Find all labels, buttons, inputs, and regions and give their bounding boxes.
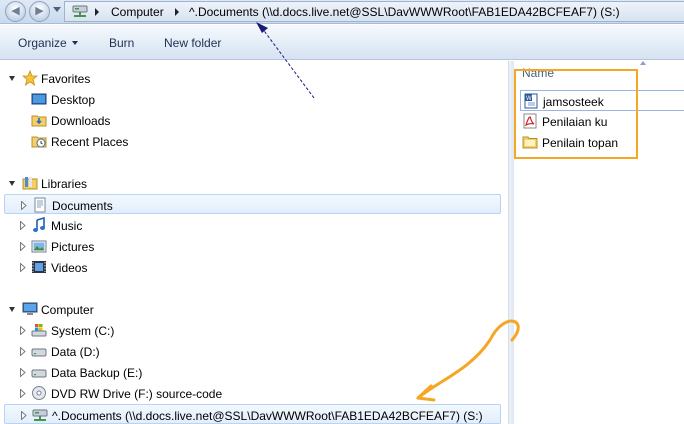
computer-icon — [22, 301, 38, 317]
file-item-jamsosteek[interactable]: W jamsosteek — [520, 90, 684, 111]
nav-group-favorites[interactable]: Favorites — [0, 68, 500, 88]
expanded-arrow-icon[interactable] — [9, 76, 15, 81]
expanded-arrow-icon[interactable] — [9, 307, 15, 312]
expanded-arrow-icon[interactable] — [9, 181, 15, 186]
breadcrumb-separator-icon[interactable] — [175, 8, 179, 16]
burn-button[interactable]: Burn — [109, 36, 134, 50]
nav-group-label: Computer — [41, 303, 94, 317]
sidebar-item-label: Data Backup (E:) — [51, 366, 143, 380]
organize-menu-button[interactable]: Organize — [18, 36, 78, 50]
hard-drive-icon — [31, 343, 47, 359]
recent-pages-dropdown-icon[interactable] — [53, 7, 61, 12]
file-item-penilaian-ku[interactable]: Penilaian ku — [520, 111, 684, 132]
documents-library-icon — [32, 197, 48, 213]
breadcrumb-separator-icon[interactable] — [95, 8, 99, 16]
back-arrow-icon: ◀ — [11, 5, 20, 17]
nav-group-computer[interactable]: Computer — [0, 299, 500, 319]
sidebar-item-pictures[interactable]: Pictures — [0, 236, 500, 256]
sidebar-item-network-drive[interactable]: ^.Documents (\\d.docs.live.net@SSL\DavWW… — [4, 404, 501, 424]
name-column-header[interactable]: Name — [522, 66, 554, 80]
collapsed-arrow-icon[interactable] — [20, 263, 26, 272]
hard-drive-icon — [31, 364, 47, 380]
sidebar-item-label: Videos — [51, 261, 88, 275]
forward-button[interactable]: ▶ — [29, 1, 50, 22]
music-library-icon — [31, 217, 47, 233]
nav-group-libraries[interactable]: Libraries — [0, 173, 500, 193]
breadcrumb-network-location[interactable]: ^.Documents (\\d.docs.live.net@SSL\DavWW… — [189, 5, 620, 19]
sidebar-item-label: Desktop — [51, 93, 96, 107]
collapsed-arrow-icon[interactable] — [21, 201, 27, 210]
collapsed-arrow-icon[interactable] — [20, 242, 26, 251]
collapsed-arrow-icon[interactable] — [20, 368, 26, 377]
sidebar-item-label: Recent Places — [51, 135, 129, 149]
sidebar-item-recent-places[interactable]: Recent Places — [0, 131, 500, 151]
sidebar-item-label: Music — [51, 219, 83, 233]
file-list-pane: Name W jamsosteek Penilaian ku Penilain … — [514, 61, 684, 424]
sidebar-item-label: Pictures — [51, 240, 95, 254]
network-drive-icon — [72, 5, 88, 18]
file-name: Penilaian ku — [542, 115, 608, 129]
sidebar-item-label: DVD RW Drive (F:) source-code — [51, 387, 223, 401]
sidebar-item-system-drive[interactable]: System (C:) — [0, 320, 500, 340]
file-item-penilain-topan[interactable]: Penilain topan — [520, 132, 684, 153]
sidebar-item-label: System (C:) — [51, 324, 115, 338]
downloads-folder-icon — [31, 112, 47, 128]
sidebar-item-dvd-drive[interactable]: DVD RW Drive (F:) source-code — [0, 383, 500, 403]
collapsed-arrow-icon[interactable] — [20, 389, 26, 398]
sidebar-item-desktop[interactable]: Desktop — [0, 89, 500, 109]
organize-label: Organize — [18, 36, 67, 50]
sidebar-item-music[interactable]: Music — [0, 215, 500, 235]
pdf-document-icon — [522, 113, 538, 129]
star-icon — [22, 70, 38, 86]
nav-group-label: Favorites — [41, 72, 91, 86]
file-name: jamsosteek — [543, 95, 604, 109]
svg-text:W: W — [526, 96, 532, 102]
sidebar-item-label: Documents — [52, 199, 113, 213]
system-drive-icon — [31, 322, 47, 338]
sidebar-item-data-drive[interactable]: Data (D:) — [0, 341, 500, 361]
videos-library-icon — [31, 259, 47, 275]
sort-ascending-icon — [640, 61, 646, 65]
desktop-icon — [31, 91, 47, 107]
sidebar-item-documents[interactable]: Documents — [4, 194, 501, 214]
sidebar-item-data-backup-drive[interactable]: Data Backup (E:) — [0, 362, 500, 382]
file-name: Penilain topan — [542, 136, 619, 150]
new-folder-button[interactable]: New folder — [164, 36, 221, 50]
sidebar-item-videos[interactable]: Videos — [0, 257, 500, 277]
collapsed-arrow-icon[interactable] — [20, 326, 26, 335]
dvd-drive-icon — [31, 385, 47, 401]
sidebar-item-label: Data (D:) — [51, 345, 100, 359]
chevron-down-icon — [71, 41, 78, 45]
word-document-icon: W — [523, 93, 539, 109]
pictures-library-icon — [31, 238, 47, 254]
back-button[interactable]: ◀ — [5, 1, 26, 22]
nav-group-label: Libraries — [41, 177, 88, 191]
libraries-icon — [22, 175, 38, 191]
sidebar-item-downloads[interactable]: Downloads — [0, 110, 500, 130]
command-bar: Organize Burn New folder — [0, 25, 684, 60]
collapsed-arrow-icon[interactable] — [21, 411, 27, 420]
collapsed-arrow-icon[interactable] — [20, 347, 26, 356]
network-drive-icon — [32, 407, 48, 423]
breadcrumb-computer[interactable]: Computer — [111, 5, 164, 19]
breadcrumb[interactable]: Computer ^.Documents (\\d.docs.live.net@… — [64, 1, 684, 22]
forward-arrow-icon: ▶ — [35, 5, 44, 17]
collapsed-arrow-icon[interactable] — [20, 221, 26, 230]
sidebar-item-label: ^.Documents (\\d.docs.live.net@SSL\DavWW… — [52, 409, 483, 423]
sidebar-item-label: Downloads — [51, 114, 111, 128]
navigation-pane: Favorites Desktop Downloads Recent Place… — [0, 61, 508, 424]
address-bar: ◀ ▶ Computer ^.Documents (\\d.docs.live.… — [0, 0, 684, 24]
recent-places-icon — [31, 133, 47, 149]
folder-icon — [522, 134, 538, 150]
